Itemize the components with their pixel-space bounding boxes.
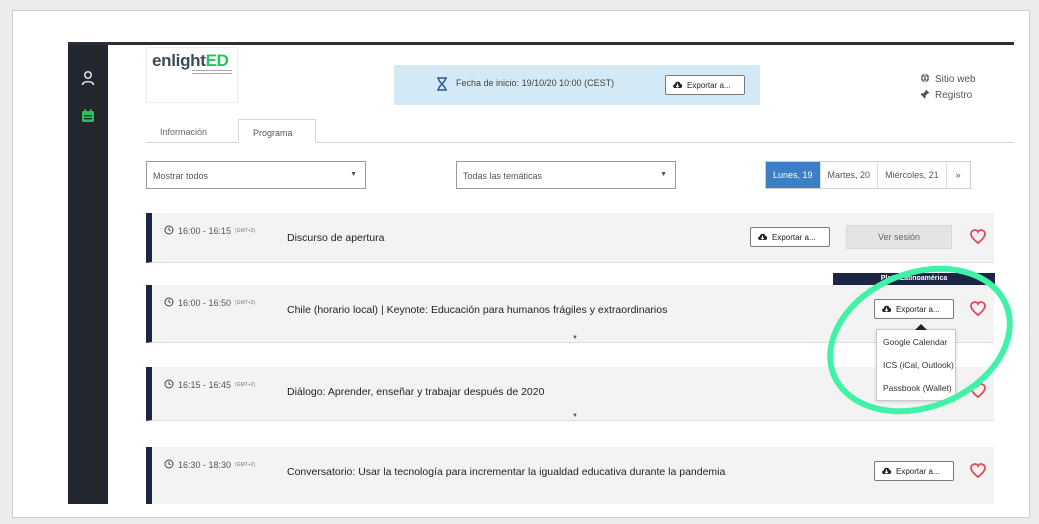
- session-title: Conversatorio: Usar la tecnología para i…: [287, 466, 726, 478]
- expand-chevron-icon[interactable]: ▼: [572, 413, 578, 419]
- session-card[interactable]: 16:00 - 16:15 (GMT+2) Discurso de apertu…: [146, 213, 994, 263]
- start-date-value: 19/10/20 10:00 (CEST): [521, 78, 615, 88]
- website-link[interactable]: Sitio web: [920, 71, 976, 87]
- calendar-icon[interactable]: [79, 107, 97, 125]
- start-date-label: Fecha de inicio:: [456, 78, 520, 88]
- globe-icon: [920, 73, 930, 86]
- day-tab-tuesday[interactable]: Martes, 20: [820, 162, 879, 188]
- session-time: 16:15 - 16:45 (GMT+2): [164, 379, 255, 391]
- session-timezone: (GMT+2): [235, 382, 256, 388]
- show-filter-select[interactable]: Mostrar todos ▼: [146, 161, 366, 189]
- tab-bar: Información Programa: [146, 119, 1014, 143]
- day-tab-wednesday[interactable]: Miércoles, 21: [878, 162, 947, 188]
- session-time-range: 16:15 - 16:45: [178, 380, 232, 390]
- favorite-heart-icon[interactable]: [970, 463, 986, 479]
- session-timezone: (GMT+2): [235, 300, 256, 306]
- website-label: Sitio web: [935, 73, 976, 85]
- session-title: Diálogo: Aprender, enseñar y trabajar de…: [287, 386, 545, 398]
- session-time-range: 16:00 - 16:50: [178, 298, 232, 308]
- clock-icon: [164, 297, 174, 309]
- session-time-range: 16:00 - 16:15: [178, 226, 232, 236]
- user-icon[interactable]: [79, 69, 97, 87]
- pin-icon: [920, 89, 930, 102]
- export-label: Exportar a...: [687, 80, 731, 90]
- session-title: Chile (horario local) | Keynote: Educaci…: [287, 304, 668, 316]
- cloud-download-icon: [881, 466, 892, 477]
- clock-icon: [164, 459, 174, 471]
- logo-text-b: ED: [205, 51, 229, 70]
- topic-filter-select[interactable]: Todas las temáticas ▼: [456, 161, 676, 189]
- start-date-banner: Fecha de inicio: 19/10/20 10:00 (CEST) E…: [394, 65, 760, 105]
- show-filter-value: Mostrar todos: [153, 171, 209, 181]
- expand-chevron-icon[interactable]: ▼: [572, 335, 578, 341]
- session-time-range: 16:30 - 18:30: [178, 460, 232, 470]
- logo-text-a: enlight: [152, 51, 206, 70]
- enlighted-logo[interactable]: enlightED: [146, 47, 238, 103]
- session-export-button[interactable]: Exportar a...: [750, 227, 830, 247]
- register-label: Registro: [935, 89, 973, 101]
- day-selector: Lunes, 19 Martes, 20 Miércoles, 21 »: [765, 161, 971, 189]
- favorite-heart-icon[interactable]: [970, 229, 986, 245]
- logo-subline: [192, 70, 232, 74]
- export-label: Exportar a...: [772, 232, 816, 242]
- tab-informacion[interactable]: Información: [146, 119, 238, 143]
- session-title: Discurso de apertura: [287, 232, 385, 244]
- session-time: 16:00 - 16:50 (GMT+2): [164, 297, 255, 309]
- clock-icon: [164, 225, 174, 237]
- chevron-down-icon: ▼: [660, 171, 667, 178]
- cloud-download-icon: [757, 232, 768, 243]
- session-time: 16:30 - 18:30 (GMT+2): [164, 459, 255, 471]
- session-card[interactable]: 16:30 - 18:30 (GMT+2) Conversatorio: Usa…: [146, 447, 994, 504]
- app-window: enlightED Fecha de inicio: 19/10/20 10:0…: [68, 42, 1014, 504]
- register-link[interactable]: Registro: [920, 87, 976, 103]
- day-tab-monday[interactable]: Lunes, 19: [766, 162, 821, 188]
- session-timezone: (GMT+2): [235, 462, 256, 468]
- chevron-down-icon: ▼: [350, 171, 357, 178]
- cloud-download-icon: [672, 80, 683, 91]
- topic-filter-value: Todas las temáticas: [463, 171, 543, 181]
- banner-export-button[interactable]: Exportar a...: [665, 75, 745, 95]
- view-session-button[interactable]: Ver sesión: [846, 225, 952, 249]
- session-export-button[interactable]: Exportar a...: [874, 461, 954, 481]
- session-timezone: (GMT+2): [235, 228, 256, 234]
- session-time: 16:00 - 16:15 (GMT+2): [164, 225, 255, 237]
- export-label: Exportar a...: [896, 466, 940, 476]
- clock-icon: [164, 379, 174, 391]
- tab-programa[interactable]: Programa: [238, 119, 316, 143]
- hourglass-icon: [436, 77, 448, 96]
- top-links: Sitio web Registro: [920, 71, 976, 103]
- sidebar: [68, 45, 108, 504]
- start-date-text: Fecha de inicio: 19/10/20 10:00 (CEST): [456, 78, 614, 88]
- next-days-button[interactable]: »: [946, 162, 970, 188]
